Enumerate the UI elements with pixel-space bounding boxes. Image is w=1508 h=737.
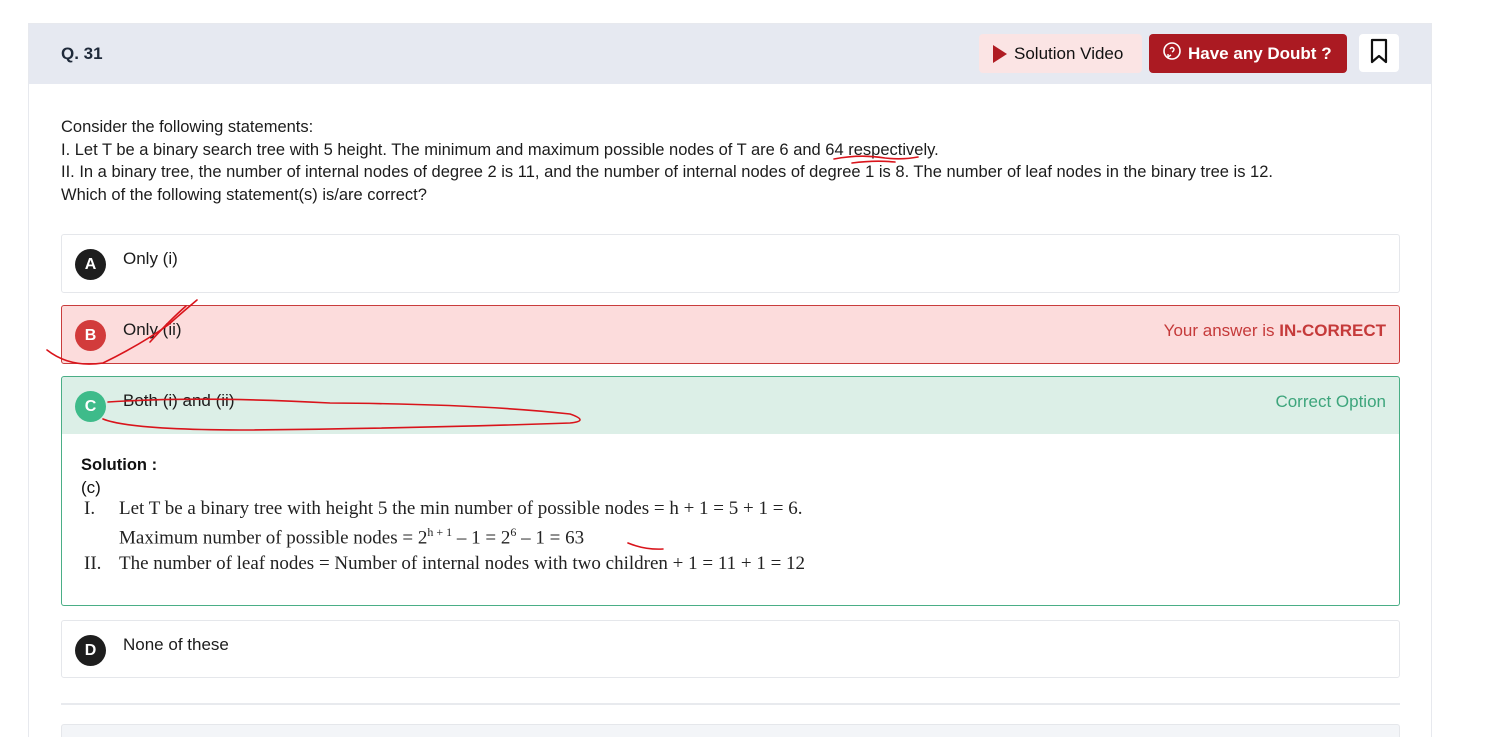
option-text: Only (ii) bbox=[123, 320, 182, 339]
incorrect-answer-status: Your answer is IN-CORRECT bbox=[1163, 321, 1386, 340]
doubt-label: Have any Doubt ? bbox=[1188, 43, 1332, 63]
question-card: Q. 31 Solution Video Have any Doubt ? Co… bbox=[28, 23, 1432, 737]
question-header: Q. 31 Solution Video Have any Doubt ? bbox=[29, 24, 1431, 84]
option-text: None of these bbox=[123, 635, 229, 654]
option-d[interactable]: D None of these bbox=[61, 620, 1400, 678]
divider bbox=[61, 703, 1400, 705]
option-a[interactable]: A Only (i) bbox=[61, 234, 1400, 293]
solution-answer: (c) bbox=[81, 478, 101, 497]
solution-video-button[interactable]: Solution Video bbox=[979, 34, 1142, 73]
question-line: Which of the following statement(s) is/a… bbox=[61, 185, 427, 204]
option-letter-badge: D bbox=[75, 635, 106, 666]
option-c[interactable]: C Both (i) and (ii) Correct Option bbox=[61, 376, 1400, 435]
question-text: Consider the following statements: I. Le… bbox=[61, 116, 1381, 206]
option-letter-badge: B bbox=[75, 320, 106, 351]
doubt-icon bbox=[1162, 41, 1182, 66]
correct-option-status: Correct Option bbox=[1275, 392, 1386, 411]
question-line: Consider the following statements: bbox=[61, 118, 314, 136]
have-any-doubt-button[interactable]: Have any Doubt ? bbox=[1149, 34, 1347, 73]
option-letter-badge: C bbox=[75, 391, 106, 422]
question-number: Q. 31 bbox=[61, 44, 103, 63]
option-letter-badge: A bbox=[75, 249, 106, 280]
solution-panel: Solution : (c) I. Let T be a binary tree… bbox=[61, 434, 1400, 606]
option-b[interactable]: B Only (ii) Your answer is IN-CORRECT bbox=[61, 305, 1400, 364]
bookmark-button[interactable] bbox=[1359, 34, 1399, 72]
option-text: Both (i) and (ii) bbox=[123, 391, 235, 410]
bookmark-icon bbox=[1369, 38, 1389, 69]
solution-title: Solution : bbox=[81, 456, 158, 474]
question-line: I. Let T be a binary search tree with 5 … bbox=[61, 140, 939, 159]
question-line: II. In a binary tree, the number of inte… bbox=[61, 163, 1273, 182]
play-icon bbox=[993, 44, 1007, 63]
solution-video-label: Solution Video bbox=[1014, 43, 1124, 63]
next-question-card bbox=[61, 724, 1400, 737]
option-text: Only (i) bbox=[123, 249, 178, 268]
